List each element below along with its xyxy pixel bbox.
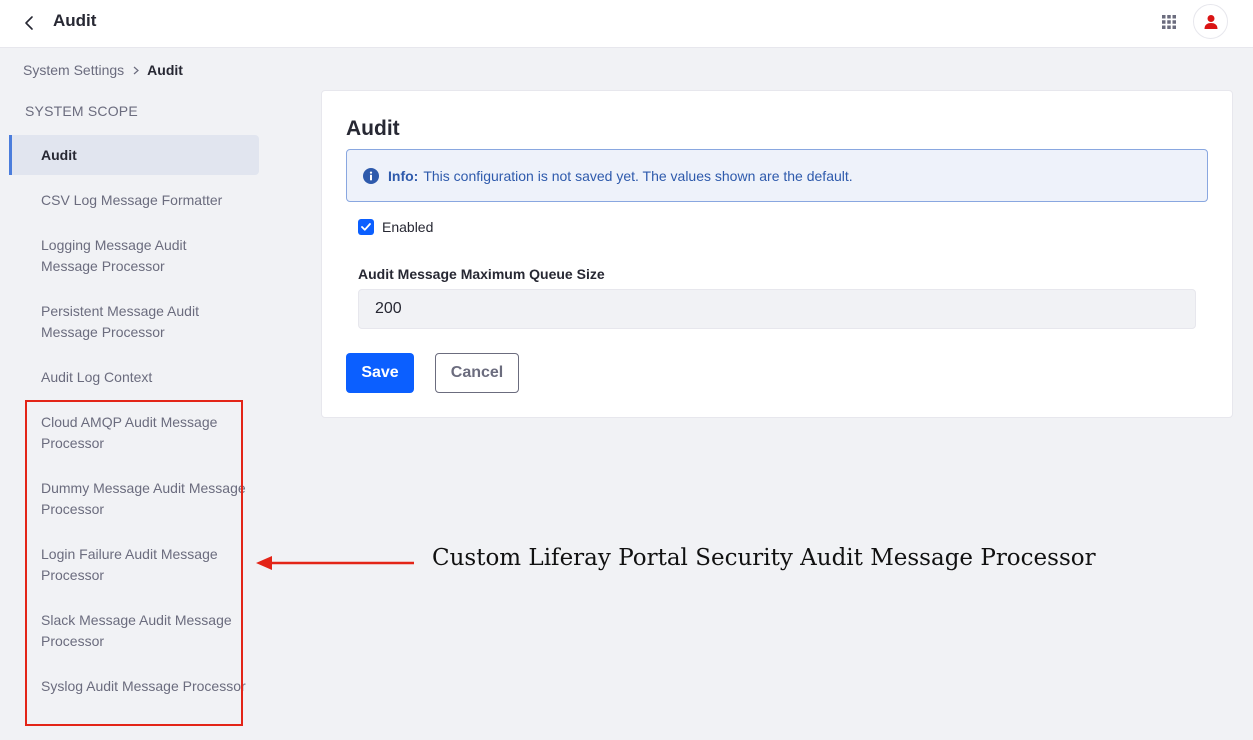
- sidebar-item-csv-log-message-formatter[interactable]: CSV Log Message Formatter: [9, 190, 259, 211]
- save-button[interactable]: Save: [346, 353, 414, 393]
- breadcrumb-current: Audit: [147, 62, 183, 78]
- queue-size-input[interactable]: [358, 289, 1196, 329]
- alert-lead: Info:: [388, 167, 419, 184]
- sidebar-item-logging-message-audit-message-processor[interactable]: Logging Message Audit Message Processor: [9, 235, 259, 277]
- enabled-checkbox-row[interactable]: Enabled: [358, 219, 433, 235]
- grid-icon[interactable]: [1158, 11, 1180, 33]
- enabled-label: Enabled: [382, 219, 434, 235]
- sidebar-item-audit-log-context[interactable]: Audit Log Context: [9, 367, 259, 388]
- chevron-right-icon: [133, 66, 140, 75]
- info-circle-icon: [363, 167, 379, 184]
- page-title: Audit: [53, 11, 97, 30]
- alert-message: This configuration is not saved yet. The…: [423, 167, 853, 184]
- scope-label: SYSTEM SCOPE: [25, 103, 138, 119]
- cancel-button[interactable]: Cancel: [435, 353, 519, 393]
- chevron-left-icon[interactable]: [18, 12, 40, 34]
- sidebar-item-audit[interactable]: Audit: [9, 135, 259, 175]
- check-icon: [361, 223, 371, 231]
- breadcrumb-system-settings[interactable]: System Settings: [23, 62, 124, 78]
- enabled-checkbox[interactable]: [358, 219, 374, 235]
- annotation-text: Custom Liferay Portal Security Audit Mes…: [432, 545, 1096, 571]
- configuration-card: Audit Info: This configuration is not sa…: [321, 90, 1233, 418]
- user-icon: [1204, 14, 1217, 29]
- arrow-left-icon: [256, 556, 414, 570]
- breadcrumb: System Settings Audit: [23, 62, 183, 78]
- top-bar: Audit: [0, 0, 1253, 48]
- info-alert: Info: This configuration is not saved ye…: [346, 149, 1208, 202]
- highlight-box: [25, 400, 243, 726]
- queue-size-label: Audit Message Maximum Queue Size: [358, 266, 605, 282]
- sidebar-item-persistent-message-audit-message-processor[interactable]: Persistent Message Audit Message Process…: [9, 301, 259, 343]
- form-title: Audit: [346, 117, 400, 140]
- user-avatar[interactable]: [1193, 4, 1228, 39]
